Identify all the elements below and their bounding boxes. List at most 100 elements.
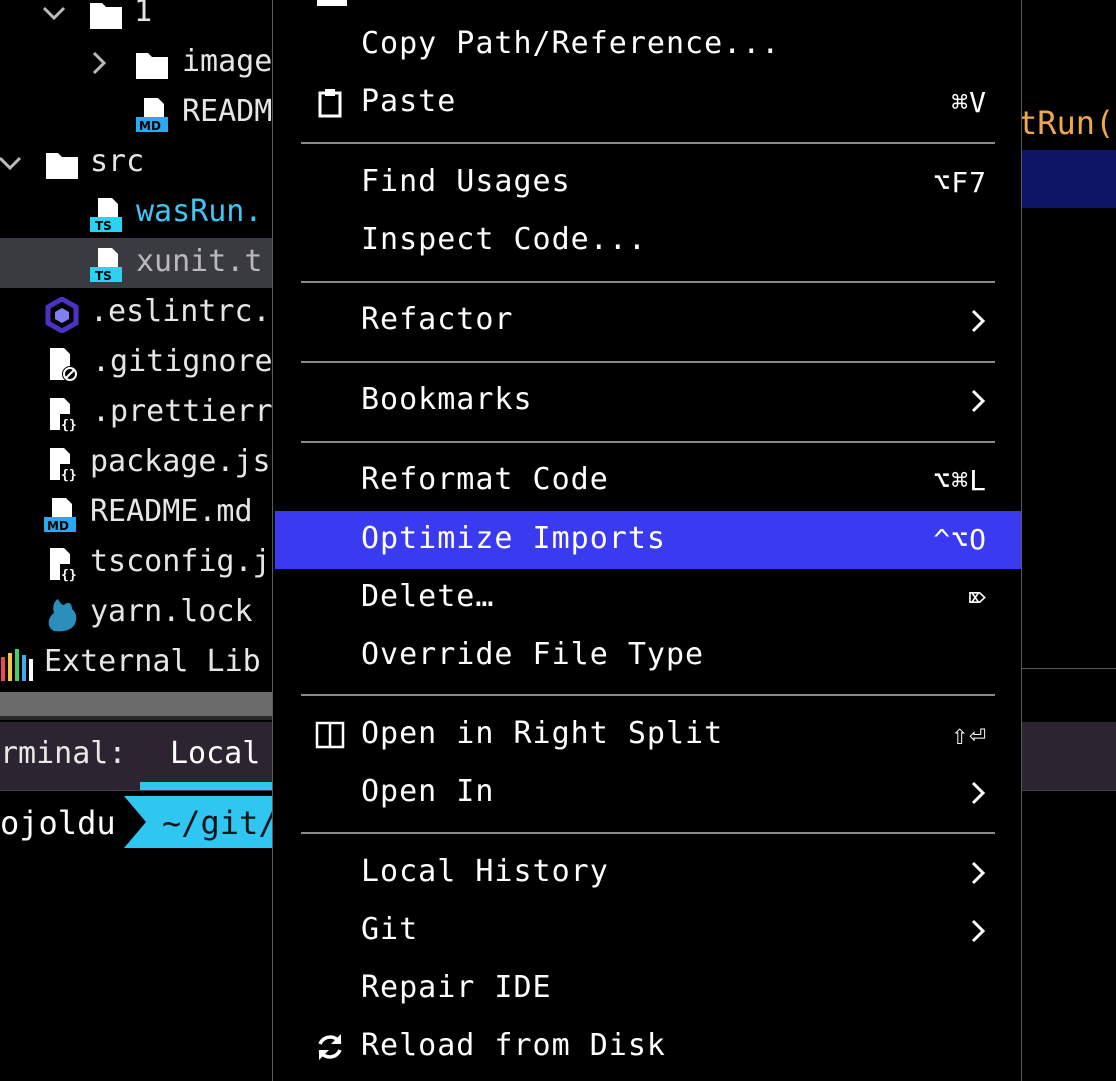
- menu-separator: [301, 142, 995, 144]
- tree-item-yarn-lock[interactable]: yarn.lock: [0, 588, 273, 638]
- chevron-down-icon[interactable]: [40, 0, 68, 28]
- terminal-title: rminal:: [0, 736, 127, 771]
- menu-item-shortcut: ⌥⌘L: [933, 464, 987, 497]
- tree-item-readme[interactable]: MD README.md: [0, 488, 273, 538]
- menu-separator: [301, 361, 995, 363]
- gitignore-file-icon: [50, 348, 78, 382]
- yarn-icon: [48, 599, 77, 632]
- menu-item-reload-from-disk[interactable]: Reload from Disk: [275, 1018, 1021, 1076]
- svg-text:{}: {}: [61, 418, 77, 433]
- menu-item-label: Override File Type: [361, 637, 705, 672]
- tree-horizontal-scrollbar[interactable]: [0, 692, 273, 716]
- menu-item-label: Local History: [361, 854, 609, 889]
- copy-icon: [317, 0, 347, 6]
- folder-icon: [90, 3, 122, 29]
- menu-item-paste[interactable]: Paste ⌘V: [275, 74, 1021, 132]
- menu-item-label: Optimize Imports: [361, 521, 666, 556]
- menu-item-local-history[interactable]: Local History: [275, 844, 1021, 902]
- menu-item-label: Bookmarks: [361, 382, 533, 417]
- menu-item-shortcut: ⌦: [969, 581, 987, 614]
- menu-item-refactor[interactable]: Refactor: [275, 292, 1021, 350]
- menu-item-label: Reformat Code: [361, 462, 609, 497]
- terminal-tab-local[interactable]: Local: [170, 736, 260, 771]
- menu-item-bookmarks[interactable]: Bookmarks: [275, 372, 1021, 430]
- svg-text:{}: {}: [61, 468, 77, 483]
- typescript-file-icon: TS: [90, 198, 122, 233]
- chevron-right-icon: [971, 781, 986, 805]
- tree-item-eslintrc[interactable]: .eslintrc.: [0, 288, 273, 338]
- tree-item-label: tsconfig.j: [90, 544, 271, 579]
- chevron-right-icon: [971, 309, 986, 333]
- tree-item-tsconfig[interactable]: {} tsconfig.j: [0, 538, 273, 588]
- chevron-down-icon[interactable]: [0, 148, 24, 178]
- tree-item-label: 1: [134, 0, 153, 29]
- tree-item-label: .eslintrc.: [90, 294, 271, 329]
- menu-separator: [301, 441, 995, 443]
- tree-item-prettierrc[interactable]: {} .prettierr: [0, 388, 273, 438]
- tree-item-readme-nested[interactable]: MD READM: [0, 88, 273, 138]
- folder-icon: [136, 53, 168, 79]
- folder-icon: [46, 153, 78, 179]
- library-icon: [1, 649, 33, 681]
- editor-current-line-highlight: [1020, 150, 1116, 208]
- json-file-icon: {}: [50, 548, 80, 583]
- menu-item-override-file-type[interactable]: Override File Type: [275, 627, 1021, 685]
- menu-item-inspect-code[interactable]: Inspect Code...: [275, 212, 1021, 270]
- chevron-right-icon: [971, 389, 986, 413]
- tree-item-label: package.js: [90, 444, 271, 479]
- markdown-badge-text: MD: [139, 119, 161, 133]
- menu-item-delete[interactable]: Delete… ⌦: [275, 569, 1021, 627]
- tree-scrollbar-track: [0, 716, 273, 720]
- menu-item-label: Reload from Disk: [361, 1028, 666, 1063]
- tree-item-label: image: [182, 44, 273, 79]
- menu-item-label: Inspect Code...: [361, 222, 647, 257]
- tree-item-wasrun[interactable]: TS wasRun.: [0, 188, 273, 238]
- menu-item-repair-ide[interactable]: Repair IDE: [275, 960, 1021, 1018]
- tree-item-label: src: [90, 144, 145, 179]
- tree-item-label: yarn.lock: [90, 594, 253, 629]
- markdown-file-icon: MD: [136, 98, 168, 133]
- split-icon: [315, 721, 345, 749]
- tree-item-label: wasRun.: [136, 194, 263, 229]
- menu-item-open-right-split[interactable]: Open in Right Split ⇧⏎: [275, 706, 1021, 764]
- menu-item-find-usages[interactable]: Find Usages ⌥F7: [275, 154, 1021, 212]
- json-file-icon: {}: [50, 448, 80, 483]
- menu-item-shortcut: ⌥F7: [933, 166, 987, 199]
- tree-item-label: .gitignore: [92, 344, 273, 379]
- tree-item-folder-1[interactable]: 1: [0, 0, 273, 38]
- markdown-badge-text: MD: [47, 519, 69, 533]
- menu-item-git[interactable]: Git: [275, 902, 1021, 960]
- clipboard-icon: [318, 89, 342, 118]
- editor-code-fragment[interactable]: tRun(: [1018, 104, 1114, 142]
- menu-separator: [301, 832, 995, 834]
- tree-item-external-libraries[interactable]: External Lib: [0, 638, 273, 688]
- tree-item-package-json[interactable]: {} package.js: [0, 438, 273, 488]
- typescript-badge-text: TS: [95, 219, 112, 233]
- menu-item-label: Refactor: [361, 302, 514, 337]
- typescript-file-icon: TS: [90, 248, 122, 283]
- context-menu: Copy Path/Reference... Paste ⌘V Find Usa…: [272, 0, 1022, 1081]
- tree-item-label: READM: [182, 94, 273, 129]
- config-file-icon: {}: [50, 398, 80, 433]
- markdown-file-icon: MD: [44, 498, 76, 533]
- tree-item-folder-src[interactable]: src: [0, 138, 273, 188]
- menu-item-copy-path[interactable]: Copy Path/Reference...: [275, 16, 1021, 74]
- menu-item-label: Open In: [361, 774, 495, 809]
- menu-item-optimize-imports[interactable]: Optimize Imports ^⌥O: [275, 511, 1021, 569]
- menu-separator: [301, 694, 995, 696]
- tree-item-folder-images[interactable]: image: [0, 38, 273, 88]
- menu-item-reformat-code[interactable]: Reformat Code ⌥⌘L: [275, 452, 1021, 510]
- menu-item-label: Git: [361, 912, 419, 947]
- menu-item-label: Find Usages: [361, 164, 571, 199]
- terminal-prompt-path: ~/git/: [162, 804, 278, 842]
- tree-item-label: README.md: [90, 494, 253, 529]
- svg-text:{}: {}: [61, 568, 77, 583]
- tree-item-xunit[interactable]: TS xunit.t: [0, 238, 273, 288]
- menu-item-open-in[interactable]: Open In: [275, 764, 1021, 822]
- chevron-right-icon: [971, 919, 986, 943]
- tree-item-label: .prettierr: [92, 394, 273, 429]
- chevron-right-icon[interactable]: [86, 48, 114, 78]
- tree-item-gitignore[interactable]: .gitignore: [0, 338, 273, 388]
- menu-item-label: Open in Right Split: [361, 716, 724, 751]
- tree-item-label: xunit.t: [136, 244, 263, 279]
